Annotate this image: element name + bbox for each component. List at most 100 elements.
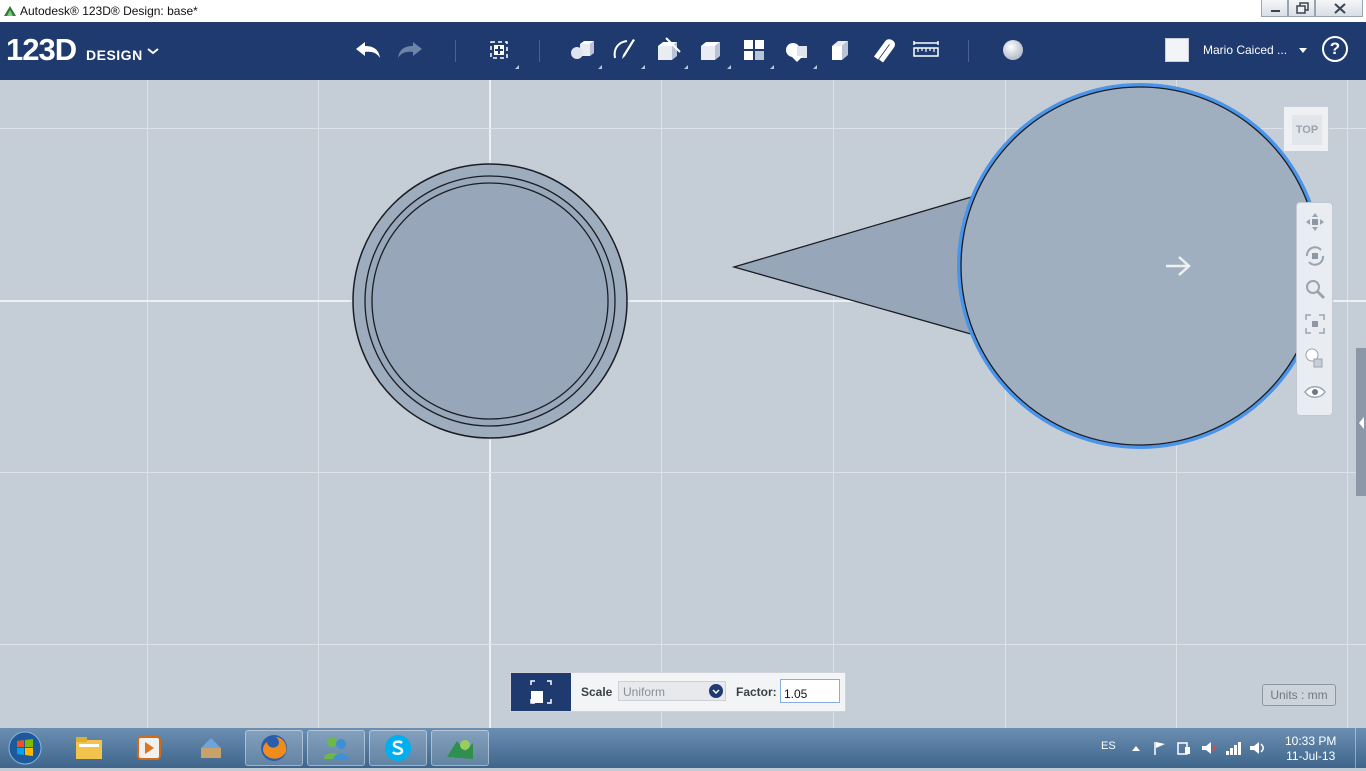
undo-button[interactable]: [352, 34, 384, 66]
toolbar-separator: [539, 40, 540, 62]
clock-date: 11-Jul-13: [1286, 749, 1336, 763]
ring-object[interactable]: [350, 160, 630, 440]
system-clock[interactable]: 10:33 PM 11-Jul-13: [1285, 734, 1336, 764]
close-icon: [1334, 3, 1346, 14]
primitives-icon: [571, 41, 594, 59]
taskbar-media-player[interactable]: [120, 730, 178, 766]
speaker-icon[interactable]: [1248, 740, 1266, 756]
pattern-button[interactable]: [738, 34, 774, 69]
snap-button[interactable]: [867, 34, 899, 66]
pan-button[interactable]: [1302, 209, 1328, 235]
transform-icon: [490, 41, 508, 59]
app-icon: [4, 6, 16, 16]
user-name: Mario Caiced ...: [1203, 43, 1288, 57]
dropdown-indicator: [727, 65, 731, 69]
scene-shapes: [350, 83, 1323, 449]
factor-label: Factor:: [736, 685, 777, 699]
taskbar-explorer[interactable]: [60, 730, 118, 766]
language-indicator[interactable]: ES: [1101, 740, 1116, 752]
orbit-icon: [1305, 246, 1325, 266]
sketch-button[interactable]: [609, 34, 645, 69]
taskbar-123d-design[interactable]: [431, 730, 489, 766]
scale-mode-value: Uniform: [623, 685, 666, 699]
user-account-menu[interactable]: Mario Caiced ...: [1165, 38, 1315, 64]
pan-icon: [1306, 213, 1324, 231]
minimize-icon: [1271, 10, 1280, 12]
navigation-bar: [1296, 202, 1333, 416]
units-indicator[interactable]: Units : mm: [1262, 684, 1336, 706]
taskbar-game[interactable]: [182, 730, 240, 766]
network-icon[interactable]: [1224, 740, 1242, 756]
123d-design-icon: [447, 740, 473, 759]
design-viewport[interactable]: TOP Scale Uniform Factor: 1.05 Units: m…: [0, 80, 1366, 728]
help-button[interactable]: ?: [1322, 36, 1348, 62]
taskbar-firefox[interactable]: [245, 730, 303, 766]
media-player-icon: [137, 736, 161, 760]
minimize-button[interactable]: [1261, 0, 1288, 17]
taskbar-messenger[interactable]: [307, 730, 365, 766]
logo-number: 123D: [6, 32, 77, 67]
pointer-object[interactable]: [731, 83, 1323, 449]
fit-button[interactable]: [1302, 311, 1328, 337]
restore-button[interactable]: [1288, 0, 1315, 17]
windows-logo-icon: [8, 731, 42, 765]
logo-word: DESIGN: [86, 47, 143, 63]
taskbar-skype[interactable]: [369, 730, 427, 766]
measure-button[interactable]: [910, 34, 942, 66]
combine-button[interactable]: [824, 34, 856, 66]
toolbar-separator: [968, 40, 969, 62]
explorer-icon: [76, 737, 102, 759]
dropdown-indicator: [684, 65, 688, 69]
modify-button[interactable]: [695, 34, 731, 69]
close-button[interactable]: [1315, 0, 1363, 17]
material-icon: [1003, 40, 1023, 60]
redo-icon: [398, 42, 422, 58]
grouping-button[interactable]: [781, 34, 817, 69]
grouping-icon: [786, 43, 807, 62]
avatar: [1165, 38, 1189, 62]
window-title-bar: Autodesk® 123D® Design: base*: [0, 0, 1366, 23]
devices-icon[interactable]: [1176, 740, 1192, 756]
dropdown-indicator: [813, 65, 817, 69]
visual-style-button[interactable]: [1302, 345, 1328, 371]
visibility-button[interactable]: [1302, 379, 1328, 405]
clock-time: 10:33 PM: [1285, 734, 1337, 748]
combine-icon: [832, 41, 848, 60]
dropdown-button[interactable]: [709, 684, 723, 698]
zoom-icon: [1306, 280, 1326, 300]
chevron-left-icon[interactable]: [1356, 416, 1366, 430]
app-logo-menu[interactable]: 123D DESIGN: [6, 32, 159, 68]
view-cube[interactable]: TOP: [1283, 106, 1329, 152]
snap-icon: [873, 39, 895, 63]
scale-mode-select[interactable]: Uniform: [618, 681, 726, 701]
view-cube-top-face[interactable]: TOP: [1292, 115, 1322, 145]
primitives-button[interactable]: [566, 34, 602, 69]
visual-style-icon: [1305, 348, 1323, 368]
start-button[interactable]: [6, 730, 44, 766]
chevron-down-icon: [147, 48, 159, 55]
flag-icon[interactable]: [1152, 740, 1168, 756]
show-desktop-button[interactable]: [1355, 728, 1366, 768]
modify-icon: [701, 42, 720, 60]
show-hidden-icons[interactable]: [1131, 744, 1141, 752]
scale-label: Scale: [581, 685, 613, 699]
material-button[interactable]: [997, 34, 1029, 66]
construct-icon: [658, 37, 681, 60]
pattern-icon: [744, 40, 764, 60]
measure-icon: [913, 41, 939, 57]
toolbar-separator: [455, 40, 456, 62]
scale-handle[interactable]: [511, 673, 571, 711]
factor-input[interactable]: [780, 679, 840, 703]
sketch-icon: [613, 39, 635, 59]
volume-icon[interactable]: [1200, 740, 1218, 756]
construct-button[interactable]: [652, 34, 688, 69]
caret-down-icon: [1299, 48, 1307, 53]
scale-icon: [530, 680, 552, 704]
redo-button[interactable]: [394, 34, 426, 66]
undo-icon: [356, 42, 380, 58]
game-icon: [201, 738, 221, 758]
dropdown-indicator: [641, 65, 645, 69]
zoom-button[interactable]: [1302, 277, 1328, 303]
transform-button[interactable]: [483, 34, 519, 69]
orbit-button[interactable]: [1302, 243, 1328, 269]
